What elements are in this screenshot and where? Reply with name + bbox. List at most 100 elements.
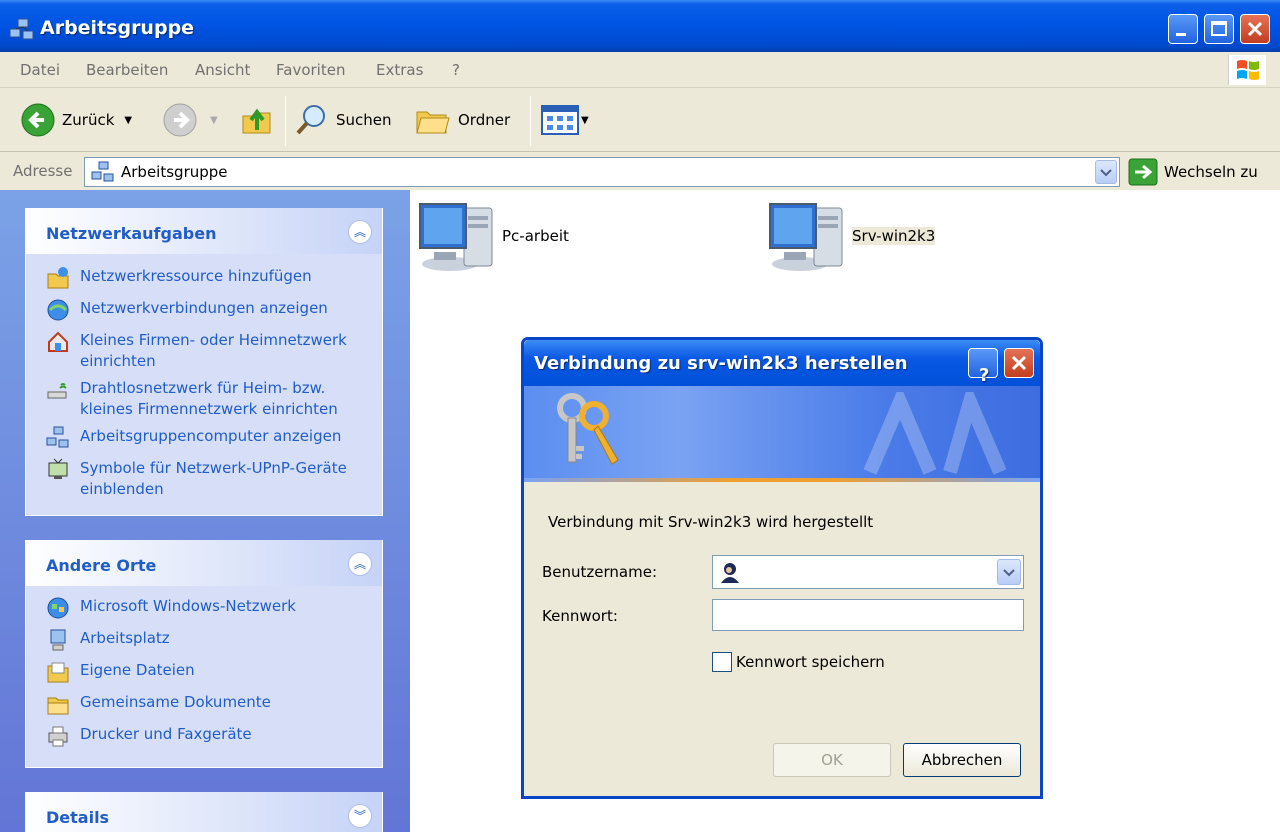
workgroup-computers-icon	[46, 426, 69, 448]
windows-network-icon	[47, 597, 69, 619]
close-button[interactable]	[1240, 14, 1270, 44]
sidebar-link-label: Symbole für Netzwerk-UPnP-Geräte einblen…	[80, 459, 347, 498]
sidebar-link-wireless-network[interactable]: Drahtlosnetzwerk für Heim- bzw. kleines …	[46, 378, 366, 420]
search-label: Suchen	[336, 111, 392, 129]
password-label: Kennwort:	[542, 607, 618, 625]
menu-favoriten[interactable]: Favoriten	[276, 61, 345, 79]
details-header[interactable]: Details ︾	[26, 792, 382, 832]
sidebar-link-label: Arbeitsplatz	[80, 629, 170, 647]
computer-item[interactable]: Pc-arbeit	[416, 198, 569, 274]
toolbar-separator	[530, 96, 531, 146]
back-label: Zurück	[62, 111, 115, 129]
folders-button[interactable]: Ordner	[414, 102, 510, 138]
menu-ansicht[interactable]: Ansicht	[195, 61, 250, 79]
workgroup-icon	[91, 161, 114, 182]
views-button[interactable]: ▼	[541, 102, 589, 138]
address-value: Arbeitsgruppe	[121, 163, 228, 181]
windows-logo	[1228, 55, 1266, 85]
other-places-title: Andere Orte	[46, 556, 157, 575]
collapse-chevron-icon[interactable]: ︽	[348, 220, 372, 244]
back-dropdown-icon[interactable]: ▼	[124, 115, 132, 126]
minimize-button[interactable]	[1168, 14, 1198, 44]
wireless-network-icon	[47, 383, 67, 399]
views-dropdown-icon: ▼	[581, 114, 589, 126]
other-places-panel: Andere Orte ︽ Microsoft Windows-Netzwerk…	[25, 540, 383, 768]
sidebar-link-my-computer[interactable]: Arbeitsplatz	[46, 628, 170, 652]
address-bar: Adresse Arbeitsgruppe Wechseln zu	[0, 152, 1280, 190]
menu-extras[interactable]: Extras	[376, 61, 423, 79]
sidebar-link-label: Arbeitsgruppencomputer anzeigen	[80, 427, 342, 445]
window-title-bar[interactable]: Arbeitsgruppe	[0, 0, 1280, 52]
forward-arrow-icon	[163, 103, 197, 137]
minimize-icon	[1176, 33, 1186, 36]
my-computer-icon	[50, 629, 66, 651]
forward-dropdown-icon[interactable]: ▼	[210, 115, 218, 126]
home-network-icon	[48, 331, 68, 352]
forward-button[interactable]: ▼	[162, 102, 218, 138]
remember-password-label[interactable]: Kennwort speichern	[736, 653, 885, 671]
sidebar-link-windows-network[interactable]: Microsoft Windows-Netzwerk	[46, 596, 296, 620]
remember-password-checkbox[interactable]	[712, 652, 732, 672]
dialog-banner	[524, 386, 1040, 482]
dialog-title-bar[interactable]: Verbindung zu srv-win2k3 herstellen ?	[524, 340, 1040, 386]
search-icon	[296, 105, 325, 135]
cancel-button[interactable]: Abbrechen	[903, 743, 1021, 777]
sidebar-link-network-connections[interactable]: Netzwerkverbindungen anzeigen	[46, 298, 328, 322]
sidebar-link-upnp-devices[interactable]: Symbole für Netzwerk-UPnP-Geräte einblen…	[46, 458, 366, 500]
folder-up-icon	[242, 108, 271, 134]
address-label: Adresse	[13, 162, 73, 180]
sidebar-link-my-documents[interactable]: Eigene Dateien	[46, 660, 195, 684]
my-documents-icon	[47, 662, 69, 683]
banner-accent-stripe	[524, 478, 1040, 482]
go-label: Wechseln zu	[1164, 163, 1258, 181]
folders-label: Ordner	[458, 111, 511, 129]
password-field[interactable]	[712, 599, 1024, 631]
user-icon	[721, 563, 739, 583]
network-tasks-header[interactable]: Netzwerkaufgaben ︽	[26, 208, 382, 254]
expand-chevron-icon[interactable]: ︾	[348, 804, 372, 828]
sidebar-link-label: Kleines Firmen- oder Heimnetzwerk einric…	[80, 331, 347, 370]
sidebar-link-label: Drahtlosnetzwerk für Heim- bzw. kleines …	[80, 379, 338, 418]
back-button[interactable]: Zurück ▼	[20, 102, 132, 138]
window-title: Arbeitsgruppe	[40, 17, 195, 39]
network-tasks-title: Netzwerkaufgaben	[46, 224, 217, 243]
sidebar-link-printers[interactable]: Drucker und Faxgeräte	[46, 724, 252, 748]
menu-bearbeiten[interactable]: Bearbeiten	[86, 61, 168, 79]
menu-datei[interactable]: Datei	[20, 61, 60, 79]
username-combobox[interactable]	[712, 555, 1024, 589]
dialog-help-button[interactable]: ?	[968, 348, 998, 386]
go-button[interactable]: Wechseln zu	[1128, 158, 1258, 186]
search-button[interactable]: Suchen	[294, 102, 392, 138]
ok-button[interactable]: OK	[773, 743, 891, 777]
computer-icon	[769, 203, 843, 271]
up-folder-button[interactable]	[240, 102, 274, 138]
windows-flag-icon	[1237, 60, 1259, 80]
network-connections-icon	[47, 299, 69, 321]
printers-faxes-icon	[48, 726, 68, 747]
computer-name: Pc-arbeit	[502, 227, 569, 245]
computer-name: Srv-win2k3	[852, 227, 936, 245]
folders-icon	[416, 111, 450, 134]
address-dropdown-button[interactable]	[1095, 160, 1117, 184]
username-label: Benutzername:	[542, 563, 658, 581]
workgroup-icon	[9, 18, 34, 40]
sidebar-link-shared-documents[interactable]: Gemeinsame Dokumente	[46, 692, 271, 716]
chevron-down-icon	[1100, 169, 1112, 177]
back-arrow-icon	[21, 103, 55, 137]
maximize-button[interactable]	[1204, 14, 1234, 44]
computer-item[interactable]: Srv-win2k3	[766, 198, 936, 274]
chevron-down-icon	[1003, 569, 1015, 577]
sidebar-link-add-network-place[interactable]: Netzwerkressource hinzufügen	[46, 266, 312, 290]
address-input[interactable]: Arbeitsgruppe	[84, 157, 1120, 187]
collapse-chevron-icon[interactable]: ︽	[348, 552, 372, 576]
dialog-title: Verbindung zu srv-win2k3 herstellen	[534, 353, 908, 374]
sidebar-link-workgroup-computers[interactable]: Arbeitsgruppencomputer anzeigen	[46, 426, 341, 450]
menu-help[interactable]: ?	[452, 61, 460, 79]
shared-documents-folder-icon	[47, 697, 69, 715]
sidebar-link-home-network[interactable]: Kleines Firmen- oder Heimnetzwerk einric…	[46, 330, 366, 372]
connect-dialog: Verbindung zu srv-win2k3 herstellen ? Ve…	[521, 337, 1043, 799]
dialog-close-button[interactable]	[1004, 348, 1034, 378]
username-dropdown-button[interactable]	[997, 559, 1021, 585]
toolbar-separator	[285, 96, 286, 146]
other-places-header[interactable]: Andere Orte ︽	[26, 540, 382, 586]
